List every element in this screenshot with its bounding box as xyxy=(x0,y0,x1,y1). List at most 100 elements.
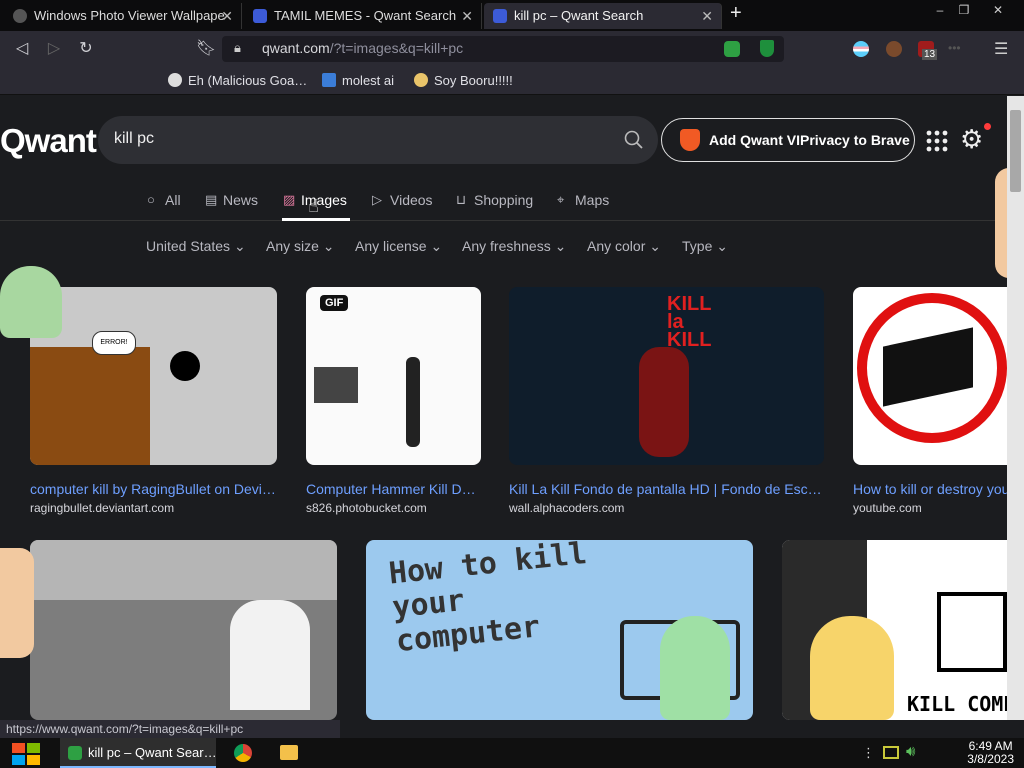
filter-freshness[interactable]: Any freshness ⌄ xyxy=(462,238,566,255)
search-box xyxy=(98,116,658,164)
newspaper-icon: ▤ xyxy=(205,192,218,207)
scrollbar-thumb[interactable] xyxy=(1010,110,1021,192)
tab-title: kill pc – Qwant Search xyxy=(514,8,644,23)
bookmark-label: molest ai xyxy=(342,73,395,88)
page-content: Qwant Add Qwant VIPrivacy to Brave ⚙ ○ Al… xyxy=(0,96,1007,720)
chrome-icon[interactable] xyxy=(234,744,252,762)
result-source: youtube.com xyxy=(853,501,922,515)
menu-icon[interactable]: ☰ xyxy=(994,39,1008,59)
new-tab-button[interactable]: + xyxy=(730,2,742,25)
tray-more-icon[interactable]: ⋮ xyxy=(862,745,875,761)
extension-avatar-icon[interactable] xyxy=(886,41,902,57)
url-path: /?t=images&q=kill+pc xyxy=(329,40,464,56)
result-title[interactable]: computer kill by RagingBullet on Devi… xyxy=(30,481,277,497)
bookmark-item[interactable]: molest ai xyxy=(322,73,394,88)
result-title[interactable]: Kill La Kill Fondo de pantalla HD | Fond… xyxy=(509,481,824,497)
filter-label: Any freshness xyxy=(462,238,551,254)
bookmark-item[interactable]: Soy Booru!!!!! xyxy=(414,73,513,88)
tab-photo-viewer[interactable]: Windows Photo Viewer Wallpape ✕ xyxy=(4,3,242,29)
result-title[interactable]: How to kill or destroy you xyxy=(853,481,1007,497)
tab-label: Maps xyxy=(575,192,610,208)
play-icon: ▷ xyxy=(372,192,382,207)
result-source: s826.photobucket.com xyxy=(306,501,427,515)
add-to-brave-button[interactable]: Add Qwant VIPrivacy to Brave xyxy=(661,118,915,162)
bookmark-label: Eh (Malicious Goa… xyxy=(188,73,308,88)
kill-compu-caption: KILL COMPU xyxy=(907,692,1007,716)
folder-icon[interactable] xyxy=(280,745,298,760)
result-source: wall.alphacoders.com xyxy=(509,501,625,515)
office-wall xyxy=(30,540,337,600)
cartoon-overlay xyxy=(0,548,34,658)
map-pin-icon: ⌖ xyxy=(557,192,565,207)
active-tab-underline xyxy=(282,218,350,221)
filter-type[interactable]: Type ⌄ xyxy=(682,238,728,255)
tab-kill-pc[interactable]: kill pc – Qwant Search ✕ xyxy=(484,3,722,29)
url-domain: qwant.com xyxy=(262,40,330,56)
speech-bubble: ERROR! xyxy=(92,331,136,355)
globe-icon xyxy=(13,9,27,23)
taskbar-clock[interactable]: 6:49 AM 3/8/2023 xyxy=(967,740,1014,766)
tab-all[interactable]: ○ All xyxy=(147,192,181,208)
globe-icon xyxy=(168,73,182,87)
extension-disabled-icon[interactable]: ••• xyxy=(948,41,961,55)
bookmark-icon[interactable]: 🔖︎ xyxy=(195,38,217,60)
close-tab-icon[interactable]: ✕ xyxy=(221,3,233,29)
minimize-button[interactable]: – xyxy=(928,2,952,18)
result-title[interactable]: Computer Hammer Kill D… xyxy=(306,481,481,497)
close-tab-icon[interactable]: ✕ xyxy=(701,3,713,29)
settings-gear-icon[interactable]: ⚙ xyxy=(960,124,983,155)
status-url: https://www.qwant.com/?t=images&q=kill+p… xyxy=(0,720,340,738)
result-image[interactable] xyxy=(853,287,1007,465)
page-scrollbar[interactable] xyxy=(1007,96,1024,720)
start-windows-icon[interactable] xyxy=(10,742,42,766)
tab-tamil-memes[interactable]: TAMIL MEMES - Qwant Search ✕ xyxy=(244,3,482,29)
result-image[interactable]: GIF xyxy=(306,287,481,465)
filter-color[interactable]: Any color ⌄ xyxy=(587,238,661,255)
taskbar-browser-window[interactable]: kill pc – Qwant Sear… xyxy=(60,738,217,768)
forward-icon[interactable]: ▷ xyxy=(43,38,65,60)
extension-flag-icon[interactable] xyxy=(853,41,869,57)
volume-icon[interactable]: 🔊︎ xyxy=(906,743,915,760)
cartoon-overlay xyxy=(995,168,1007,278)
filter-label: Any size xyxy=(266,238,319,254)
tab-shopping[interactable]: ⊔ Shopping xyxy=(456,192,533,208)
network-icon[interactable] xyxy=(883,746,899,759)
filter-label: Any color xyxy=(587,238,646,254)
cartoon-overlay xyxy=(660,616,730,720)
url-bar[interactable]: 🔒︎ qwant.com/?t=images&q=kill+pc xyxy=(222,36,784,62)
close-tab-icon[interactable]: ✕ xyxy=(461,3,473,29)
result-image[interactable] xyxy=(30,540,337,720)
tab-videos[interactable]: ▷ Videos xyxy=(372,192,433,208)
filter-size[interactable]: Any size ⌄ xyxy=(266,238,335,255)
filter-region[interactable]: United States ⌄ xyxy=(146,238,246,255)
tab-label: All xyxy=(165,192,181,208)
tab-maps[interactable]: ⌖ Maps xyxy=(557,192,609,208)
qwant-logo[interactable]: Qwant xyxy=(0,122,97,160)
back-icon[interactable]: ◁ xyxy=(11,38,33,60)
url-text: qwant.com/?t=images&q=kill+pc xyxy=(262,40,463,56)
browser-tab-strip: Windows Photo Viewer Wallpape ✕ TAMIL ME… xyxy=(0,0,1024,31)
filter-license[interactable]: Any license ⌄ xyxy=(355,238,442,255)
notification-dot xyxy=(984,123,991,130)
close-window-button[interactable]: ✕ xyxy=(986,2,1010,18)
browser-app-icon xyxy=(68,746,82,760)
search-input[interactable] xyxy=(114,130,594,148)
result-source: ragingbullet.deviantart.com xyxy=(30,501,175,515)
reload-icon[interactable]: ↻ xyxy=(75,38,97,60)
extension-green-icon[interactable] xyxy=(724,41,740,57)
brave-lion-icon xyxy=(680,129,700,151)
shield-icon[interactable] xyxy=(760,40,774,57)
extension-badge: 13 xyxy=(922,49,938,60)
taskbar-window-title: kill pc – Qwant Sear… xyxy=(88,745,217,760)
bookmark-item[interactable]: Eh (Malicious Goa… xyxy=(168,73,307,88)
result-image[interactable]: ERROR! xyxy=(30,287,277,465)
filter-label: Type xyxy=(682,238,713,254)
apps-grid-icon[interactable] xyxy=(926,130,948,152)
maximize-button[interactable]: ❐ xyxy=(952,2,976,18)
tab-news[interactable]: ▤ News xyxy=(205,192,258,208)
qwant-favicon-icon xyxy=(253,9,267,23)
result-image[interactable]: KILL la KILL xyxy=(509,287,824,465)
gif-badge: GIF xyxy=(320,295,349,311)
filter-label: United States xyxy=(146,238,231,254)
search-icon[interactable] xyxy=(624,130,644,150)
